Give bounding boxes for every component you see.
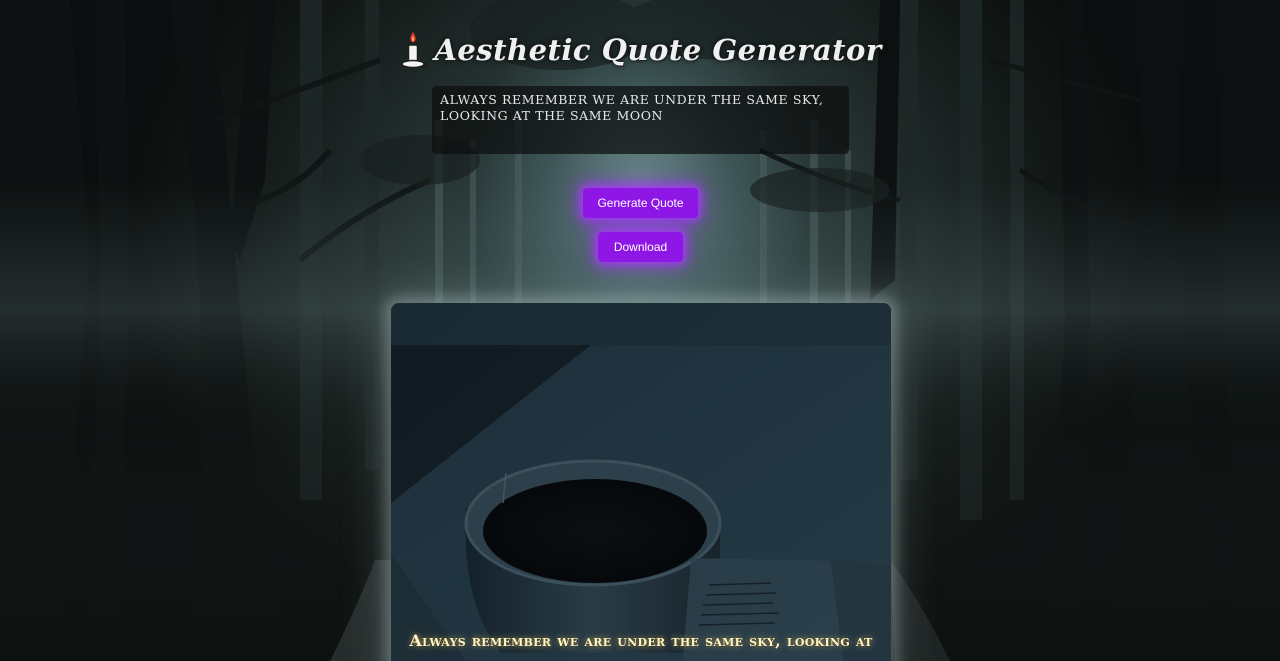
quote-card-preview: Always remember we are under the same sk… xyxy=(391,303,891,661)
card-quote-text: Always remember we are under the same sk… xyxy=(409,631,873,650)
main-stage: Aesthetic Quote Generator Always remembe… xyxy=(0,0,1280,661)
candle-icon xyxy=(398,30,428,70)
title-text: Aesthetic Quote Generator xyxy=(434,33,882,67)
generate-quote-button[interactable]: Generate Quote xyxy=(583,188,698,218)
quote-display[interactable]: Always remember we are under the same sk… xyxy=(432,86,849,154)
card-background-image xyxy=(391,303,891,661)
download-button[interactable]: Download xyxy=(598,232,683,262)
page-title: Aesthetic Quote Generator xyxy=(0,30,1280,74)
